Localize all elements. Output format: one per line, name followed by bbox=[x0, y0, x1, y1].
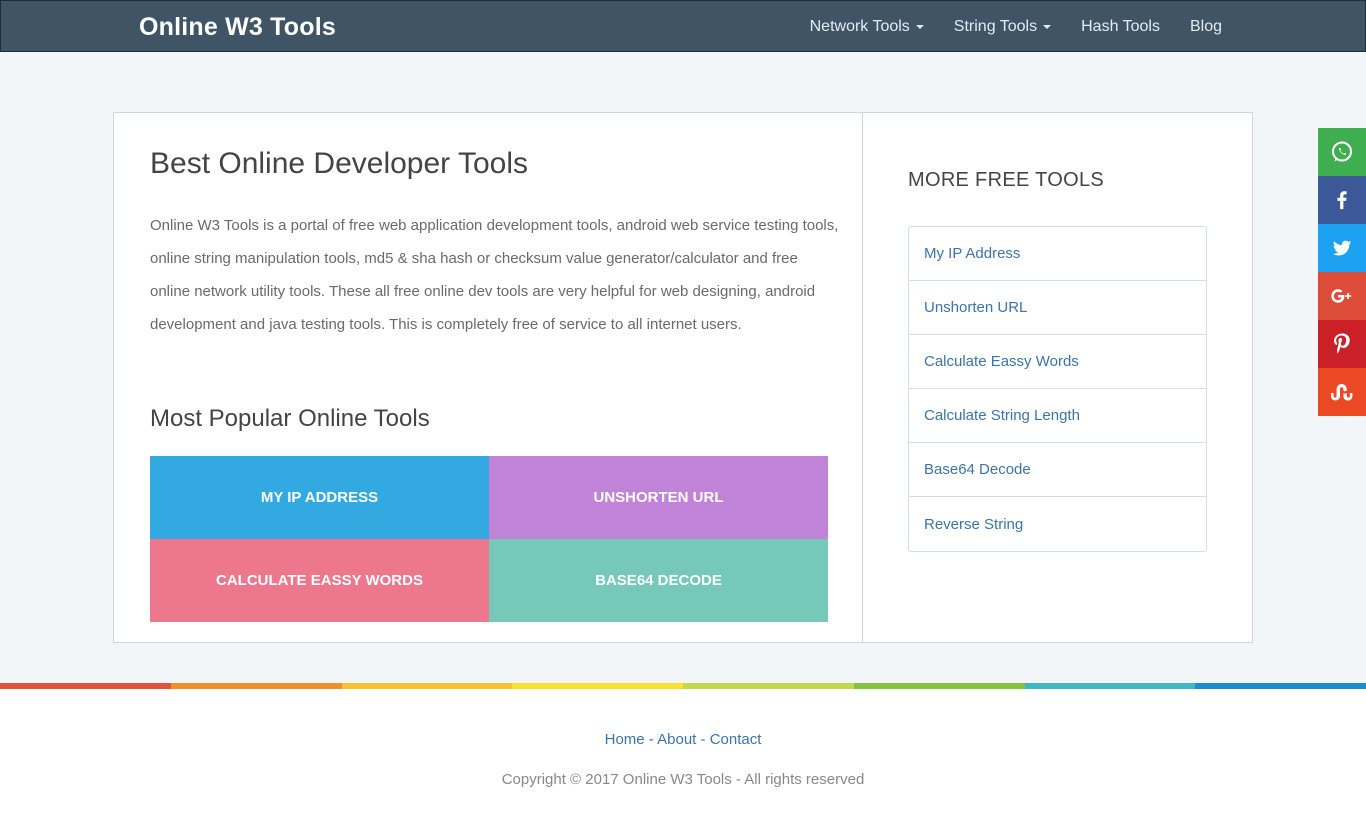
main-nav: Network Tools String Tools Hash Tools Bl… bbox=[780, 1, 1222, 53]
popular-tools-grid: MY IP ADDRESS UNSHORTEN URL CALCULATE EA… bbox=[150, 456, 828, 622]
share-pinterest-button[interactable] bbox=[1318, 320, 1366, 368]
footer-separator: - bbox=[648, 731, 654, 748]
facebook-icon bbox=[1337, 191, 1347, 210]
footer-separator: - bbox=[700, 731, 706, 748]
nav-network-tools-label: Network Tools bbox=[809, 18, 910, 35]
nav-string-tools-label: String Tools bbox=[953, 18, 1038, 35]
top-navbar: Online W3 Tools Network Tools String Too… bbox=[0, 0, 1366, 52]
share-google-plus-button[interactable] bbox=[1318, 272, 1366, 320]
nav-string-tools[interactable]: String Tools bbox=[953, 18, 1052, 36]
footer: Home - About - Contact Copyright © 2017 … bbox=[0, 689, 1366, 825]
nav-blog-label: Blog bbox=[1189, 18, 1222, 35]
copyright-text: Copyright © 2017 Online W3 Tools - All r… bbox=[501, 771, 865, 788]
twitter-icon bbox=[1332, 240, 1352, 256]
footer-link-contact[interactable]: Contact bbox=[710, 731, 762, 748]
popular-tools-heading: Most Popular Online Tools bbox=[150, 405, 430, 432]
nav-network-tools[interactable]: Network Tools bbox=[810, 18, 924, 36]
share-twitter-button[interactable] bbox=[1318, 224, 1366, 272]
share-facebook-button[interactable] bbox=[1318, 176, 1366, 224]
social-share-bar bbox=[1318, 128, 1366, 416]
whatsapp-icon bbox=[1332, 141, 1352, 162]
nav-blog[interactable]: Blog bbox=[1190, 18, 1222, 36]
intro-paragraph: Online W3 Tools is a portal of free web … bbox=[150, 217, 839, 333]
sidebar-item-calculate-string-length[interactable]: Calculate String Length bbox=[909, 389, 1206, 443]
sidebar-item-my-ip-address[interactable]: My IP Address bbox=[909, 227, 1206, 281]
main-card: Best Online Developer Tools Online W3 To… bbox=[113, 112, 1253, 643]
nav-hash-tools[interactable]: Hash Tools bbox=[1081, 18, 1160, 36]
sidebar-item-base64-decode[interactable]: Base64 Decode bbox=[909, 443, 1206, 497]
sidebar-item-unshorten-url[interactable]: Unshorten URL bbox=[909, 281, 1206, 335]
share-whatsapp-button[interactable] bbox=[1318, 128, 1366, 176]
footer-link-about[interactable]: About bbox=[657, 731, 696, 748]
google-plus-icon bbox=[1331, 289, 1352, 303]
sidebar-item-reverse-string[interactable]: Reverse String bbox=[909, 497, 1206, 551]
sidebar-tools-list: My IP Address Unshorten URL Calculate Ea… bbox=[908, 226, 1207, 552]
caret-down-icon bbox=[915, 25, 924, 29]
pinterest-icon bbox=[1334, 333, 1350, 354]
caret-down-icon bbox=[1043, 25, 1052, 29]
sidebar: MORE FREE TOOLS My IP Address Unshorten … bbox=[863, 113, 1252, 642]
tile-base64-decode[interactable]: BASE64 DECODE bbox=[489, 539, 828, 622]
footer-links: Home - About - Contact bbox=[0, 731, 1366, 748]
share-stumbleupon-button[interactable] bbox=[1318, 368, 1366, 416]
tile-my-ip-address[interactable]: MY IP ADDRESS bbox=[150, 456, 489, 539]
sidebar-title: MORE FREE TOOLS bbox=[908, 169, 1105, 191]
main-content: Best Online Developer Tools Online W3 To… bbox=[114, 113, 863, 642]
footer-link-home[interactable]: Home bbox=[605, 731, 645, 748]
brand-logo-text[interactable]: Online W3 Tools bbox=[139, 13, 336, 42]
page-title: Best Online Developer Tools bbox=[150, 147, 528, 180]
tile-unshorten-url[interactable]: UNSHORTEN URL bbox=[489, 456, 828, 539]
tile-calculate-eassy-words[interactable]: CALCULATE EASSY WORDS bbox=[150, 539, 489, 622]
stumbleupon-icon bbox=[1331, 384, 1353, 401]
nav-hash-tools-label: Hash Tools bbox=[1081, 18, 1160, 35]
sidebar-item-calculate-eassy-words[interactable]: Calculate Eassy Words bbox=[909, 335, 1206, 389]
